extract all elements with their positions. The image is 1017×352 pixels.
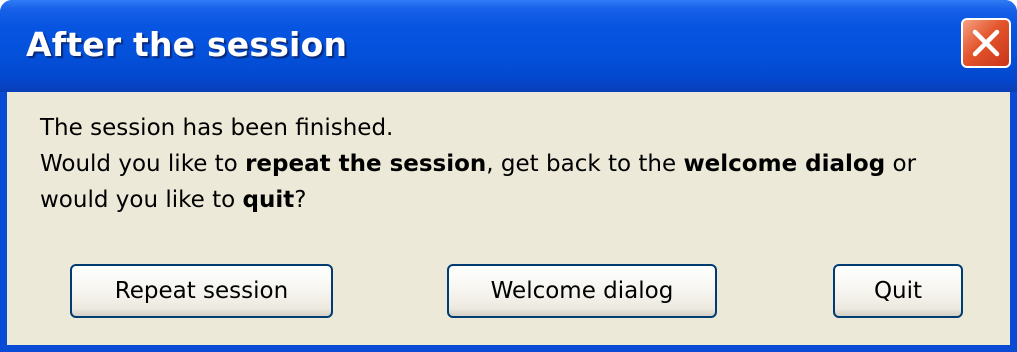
message-line-1: The session has been finished. bbox=[40, 115, 394, 141]
message-line-3-suffix: ? bbox=[294, 187, 307, 213]
message-line-2-mid: , get back to the bbox=[486, 151, 684, 177]
message-quit-emphasis: quit bbox=[242, 187, 295, 213]
close-icon bbox=[972, 29, 1000, 57]
close-button[interactable] bbox=[961, 18, 1011, 68]
window-title: After the session bbox=[26, 25, 348, 64]
message-line-2-or: or bbox=[885, 151, 917, 177]
dialog-window: After the session The session has been f… bbox=[0, 0, 1017, 352]
title-bar[interactable]: After the session bbox=[0, 0, 1017, 92]
quit-button[interactable]: Quit bbox=[833, 264, 963, 318]
message-text: The session has been finished. Would you … bbox=[40, 110, 1000, 218]
message-repeat-emphasis: repeat the session bbox=[245, 151, 487, 177]
welcome-dialog-button[interactable]: Welcome dialog bbox=[447, 264, 717, 318]
repeat-session-button[interactable]: Repeat session bbox=[70, 264, 333, 318]
message-line-2-prefix: Would you like to bbox=[40, 151, 246, 177]
dialog-body: The session has been finished. Would you … bbox=[7, 92, 1010, 345]
message-line-3-prefix: would you like to bbox=[40, 187, 243, 213]
message-welcome-emphasis: welcome dialog bbox=[683, 151, 886, 177]
